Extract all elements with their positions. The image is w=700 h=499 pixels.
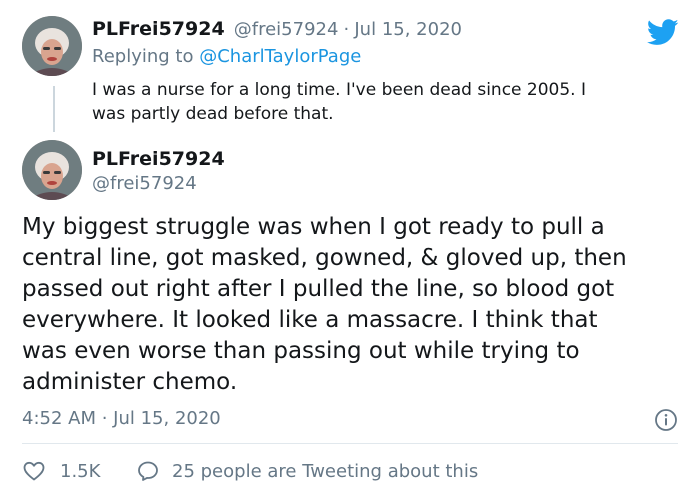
thread-connector-line [53,86,55,132]
tweet-text-line: passed out right after I pulled the line… [22,276,615,302]
handle[interactable]: @frei57924 [92,173,197,194]
avatar[interactable] [22,16,82,76]
tweet-timestamp[interactable]: 4:52 AM · Jul 15, 2020 [22,408,221,429]
tweet-text-line: My biggest struggle was when I got ready… [22,214,605,240]
like-button[interactable]: 1.5K [22,459,100,483]
avatar[interactable] [22,140,82,200]
twitter-bird-icon[interactable] [646,19,679,46]
tweet-text-line: was even worse than passing out while tr… [22,338,580,364]
tweet-text-line: central line, got masked, gowned, & glov… [22,245,627,271]
separator: · [343,19,350,40]
reply-tweet-header: PLFrei57924 @frei57924 · Jul 15, 2020 [92,18,462,40]
conversation-link[interactable]: 25 people are Tweeting about this [136,459,478,483]
divider [22,443,678,444]
tweet-text-line: everywhere. It looked like a massacre. I… [22,307,598,333]
tweet-text: My biggest struggle was when I got ready… [22,212,682,398]
display-name[interactable]: PLFrei57924 [92,148,225,170]
display-name[interactable]: PLFrei57924 [92,18,225,40]
like-count: 1.5K [60,460,101,482]
conversation-count: 25 people are Tweeting about this [172,460,479,482]
speech-bubble-icon[interactable] [136,459,160,483]
reply-text-line: was partly dead before that. [92,104,334,124]
replying-to: Replying to @CharlTaylorPage [92,46,361,67]
reply-text-line: I was a nurse for a long time. I've been… [92,80,586,100]
heart-icon[interactable] [22,459,46,483]
replying-to-prefix: Replying to [92,46,194,67]
tweet-text-line: administer chemo. [22,369,238,395]
reply-tweet-text: I was a nurse for a long time. I've been… [92,78,672,126]
handle[interactable]: @frei57924 [234,19,339,40]
info-icon[interactable] [654,408,678,432]
replying-to-link[interactable]: @CharlTaylorPage [199,46,361,67]
tweet-date[interactable]: Jul 15, 2020 [354,19,462,40]
